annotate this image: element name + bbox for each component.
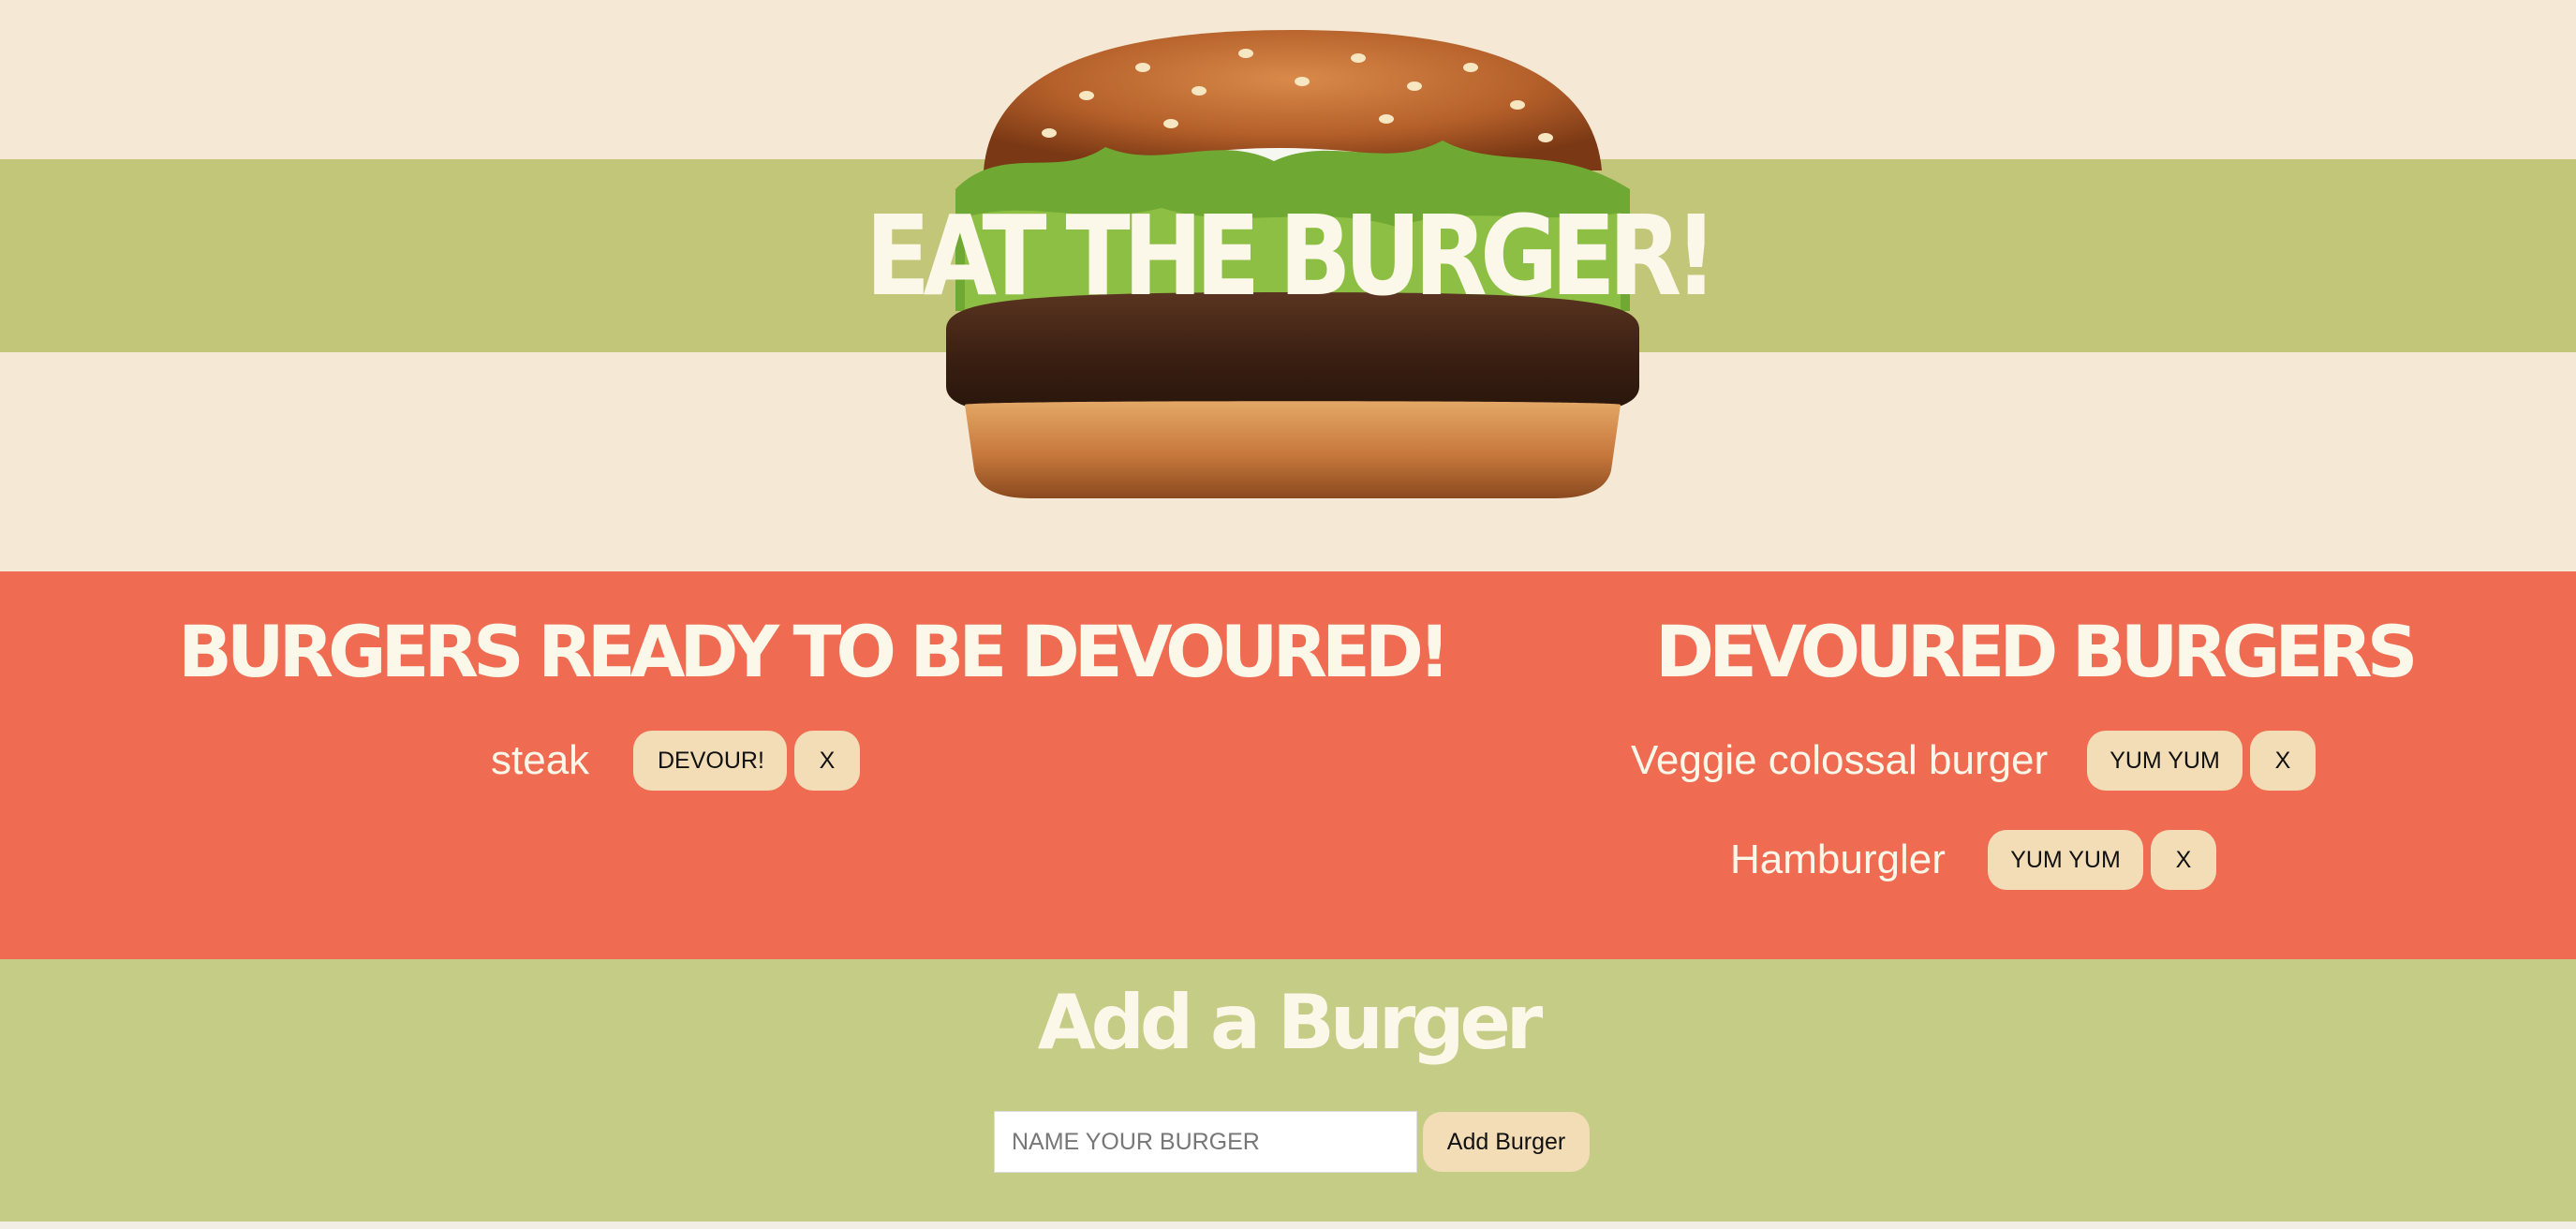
ready-burgers-column: BURGERS READY TO BE DEVOURED! steak DEVO… (0, 571, 1451, 959)
burger-lists-section: BURGERS READY TO BE DEVOURED! steak DEVO… (0, 571, 2576, 959)
yum-yum-button[interactable]: YUM YUM (2087, 731, 2243, 791)
devoured-burgers-title: DEVOURED BURGERS (1655, 610, 2419, 693)
ready-burgers-title: BURGERS READY TO BE DEVOURED! (178, 610, 1451, 693)
delete-button[interactable]: X (2151, 830, 2216, 890)
burger-name: steak (491, 737, 590, 783)
burger-name: Hamburgler (1730, 837, 1946, 882)
page-bottom-strip (0, 1222, 2576, 1229)
devour-button[interactable]: DEVOUR! (633, 731, 787, 791)
delete-button[interactable]: X (2250, 731, 2316, 791)
burger-name-input[interactable] (994, 1111, 1417, 1173)
burger-name: Veggie colossal burger (1631, 737, 2049, 783)
list-item: Veggie colossal burger YUM YUM X (1631, 730, 2316, 792)
hero-title: EAT THE BURGER! (865, 191, 1718, 320)
add-burger-form: Add Burger (994, 1111, 1590, 1173)
add-burger-button[interactable]: Add Burger (1423, 1112, 1590, 1172)
list-item: steak DEVOUR! X (491, 730, 860, 792)
hero-section: EAT THE BURGER! (0, 0, 2576, 571)
list-item: Hamburgler YUM YUM X (1730, 829, 2216, 891)
add-burger-section: Add a Burger Add Burger (0, 959, 2576, 1222)
delete-button[interactable]: X (794, 731, 860, 791)
yum-yum-button[interactable]: YUM YUM (1988, 830, 2143, 890)
add-burger-title: Add a Burger (1037, 979, 1544, 1066)
devoured-burgers-column: DEVOURED BURGERS Veggie colossal burger … (1288, 571, 2576, 959)
